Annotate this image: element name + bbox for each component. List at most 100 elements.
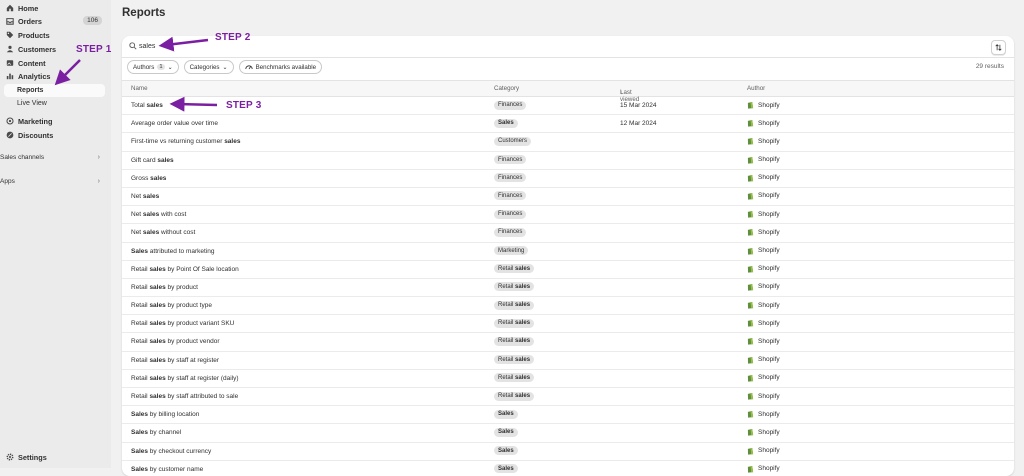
category-badge: Sales bbox=[494, 427, 518, 437]
report-name[interactable]: Total sales bbox=[131, 102, 163, 109]
report-name[interactable]: Retail sales by product type bbox=[131, 302, 212, 309]
category-cell: Finances bbox=[494, 155, 527, 165]
report-name[interactable]: Retail sales by product variant SKU bbox=[131, 320, 234, 327]
report-name[interactable]: Sales by checkout currency bbox=[131, 448, 211, 455]
table-header: Name Category Last viewed ↓ Author bbox=[122, 80, 1014, 103]
table-row[interactable]: Gift card sales Finances Shopify bbox=[122, 152, 1014, 170]
nav-reports[interactable]: Reports bbox=[4, 84, 105, 97]
category-highlight: sales bbox=[515, 393, 531, 399]
table-row[interactable]: First-time vs returning customer sales Cu… bbox=[122, 133, 1014, 152]
categories-filter[interactable]: Categories ⌄ bbox=[183, 60, 234, 74]
target-icon bbox=[5, 117, 14, 126]
table-row[interactable]: Sales by checkout currency Sales Shopify bbox=[122, 443, 1014, 461]
nav-home[interactable]: Home bbox=[4, 1, 105, 15]
column-category[interactable]: Category bbox=[494, 85, 519, 92]
author-cell: Shopify bbox=[747, 174, 780, 182]
name-highlight: sales bbox=[149, 302, 166, 310]
report-name[interactable]: Sales attributed to marketing bbox=[131, 248, 214, 255]
category-badge: Customers bbox=[494, 136, 532, 146]
author-cell: Shopify bbox=[747, 101, 780, 109]
nav-analytics[interactable]: Analytics bbox=[4, 69, 105, 83]
table-row[interactable]: Retail sales by product variant SKU Retai… bbox=[122, 315, 1014, 334]
table-row[interactable]: Retail sales by staff at register Retail … bbox=[122, 352, 1014, 370]
report-name[interactable]: Retail sales by product bbox=[131, 284, 198, 291]
author-cell: Shopify bbox=[747, 228, 780, 236]
search-input[interactable] bbox=[139, 40, 539, 52]
table-row[interactable]: Retail sales by Point Of Sale location Re… bbox=[122, 261, 1014, 279]
category-cell: Retail sales bbox=[494, 282, 535, 292]
category-badge: Sales bbox=[494, 446, 518, 456]
nav-label: Content bbox=[18, 58, 46, 68]
category-cell: Marketing bbox=[494, 246, 529, 255]
table-row[interactable]: Retail sales by product Retail sales Shopi… bbox=[122, 279, 1014, 298]
report-name[interactable]: Retail sales by Point Of Sale location bbox=[131, 266, 239, 273]
nav-content[interactable]: Content bbox=[4, 56, 105, 70]
table-row[interactable]: Sales by channel Sales Shopify bbox=[122, 424, 1014, 443]
nav-sub-label: Live View bbox=[17, 100, 47, 107]
report-name[interactable]: Sales by billing location bbox=[131, 411, 199, 418]
report-name[interactable]: Gift card sales bbox=[131, 157, 174, 164]
table-row[interactable]: Retail sales by product type Retail sales… bbox=[122, 297, 1014, 316]
authors-filter[interactable]: Authors 1 ⌄ bbox=[127, 60, 179, 74]
report-name[interactable]: Sales by customer name bbox=[131, 466, 203, 473]
name-text: Gross bbox=[131, 174, 151, 182]
table-row[interactable]: Net sales without cost Finances Shopify bbox=[122, 224, 1014, 243]
shopify-logo-icon bbox=[747, 429, 754, 436]
nav-products[interactable]: Products bbox=[4, 28, 105, 42]
category-badge: Retail sales bbox=[494, 300, 535, 310]
category-badge: Retail sales bbox=[494, 318, 535, 328]
author-cell: Shopify bbox=[747, 210, 780, 218]
benchmarks-filter[interactable]: Benchmarks available bbox=[238, 60, 323, 74]
author-name: Shopify bbox=[758, 465, 780, 473]
name-highlight: sales bbox=[149, 338, 166, 346]
report-name[interactable]: Retail sales by staff at register (daily… bbox=[131, 375, 239, 382]
report-name[interactable]: Net sales with cost bbox=[131, 211, 186, 218]
category-cell: Finances bbox=[494, 191, 527, 201]
nav-discounts[interactable]: Discounts bbox=[4, 128, 105, 142]
category-badge: Finances bbox=[494, 191, 527, 201]
author-cell: Shopify bbox=[747, 392, 780, 400]
name-highlight: sales bbox=[149, 356, 166, 364]
nav-settings[interactable]: Settings bbox=[4, 450, 105, 464]
table-row[interactable]: Sales by customer name Sales Shopify bbox=[122, 461, 1014, 476]
author-name: Shopify bbox=[758, 119, 780, 127]
shopify-logo-icon bbox=[747, 356, 754, 364]
apps-section[interactable]: Apps › bbox=[0, 175, 106, 187]
column-author[interactable]: Author bbox=[747, 85, 765, 92]
name-text: Average order value over time bbox=[131, 120, 218, 128]
report-name[interactable]: Gross sales bbox=[131, 175, 166, 182]
report-name[interactable]: Average order value over time bbox=[131, 120, 218, 127]
report-name[interactable]: Sales by channel bbox=[131, 429, 181, 436]
report-name[interactable]: Retail sales by staff attributed to sale bbox=[131, 393, 238, 400]
table-row[interactable]: Gross sales Finances Shopify bbox=[122, 170, 1014, 188]
category-cell: Retail sales bbox=[494, 300, 535, 310]
authors-count: 1 bbox=[157, 64, 165, 70]
table-row[interactable]: Retail sales by staff attributed to sale… bbox=[122, 388, 1014, 407]
nav-marketing[interactable]: Marketing bbox=[4, 114, 105, 128]
nav-live-view[interactable]: Live View bbox=[4, 97, 105, 110]
table-row[interactable]: Retail sales by staff at register (daily… bbox=[122, 370, 1014, 388]
table-row[interactable]: Average order value over time Sales 12 Mar… bbox=[122, 115, 1014, 134]
report-name[interactable]: First-time vs returning customer sales bbox=[131, 138, 240, 145]
sales-channels-section[interactable]: Sales channels › bbox=[0, 151, 106, 163]
table-row[interactable]: Sales by billing location Sales Shopify bbox=[122, 406, 1014, 425]
table-row[interactable]: Retail sales by product vendor Retail sal… bbox=[122, 333, 1014, 352]
table-row[interactable]: Net sales with cost Finances Shopify bbox=[122, 206, 1014, 225]
report-name[interactable]: Net sales without cost bbox=[131, 229, 195, 236]
column-name[interactable]: Name bbox=[131, 85, 148, 92]
chip-label: Authors bbox=[133, 63, 155, 71]
sort-button[interactable] bbox=[991, 40, 1006, 55]
report-name[interactable]: Net sales bbox=[131, 193, 159, 200]
category-text: Retail bbox=[498, 338, 516, 345]
category-cell: Finances bbox=[494, 227, 527, 237]
step-3-label: STEP 3 bbox=[226, 100, 262, 111]
name-highlight: sales bbox=[149, 320, 166, 328]
sort-arrow-down-icon: ↓ bbox=[620, 89, 624, 96]
nav-orders[interactable]: Orders 106 bbox=[4, 14, 105, 28]
name-text: by product variant SKU bbox=[165, 320, 235, 328]
table-row[interactable]: Net sales Finances Shopify bbox=[122, 188, 1014, 207]
report-name[interactable]: Retail sales by staff at register bbox=[131, 357, 219, 364]
report-name[interactable]: Retail sales by product vendor bbox=[131, 338, 220, 345]
table-row[interactable]: Sales attributed to marketing Marketing Sh… bbox=[122, 243, 1014, 261]
sidebar: Home Orders 106 Products Customers Conte… bbox=[0, 0, 111, 468]
